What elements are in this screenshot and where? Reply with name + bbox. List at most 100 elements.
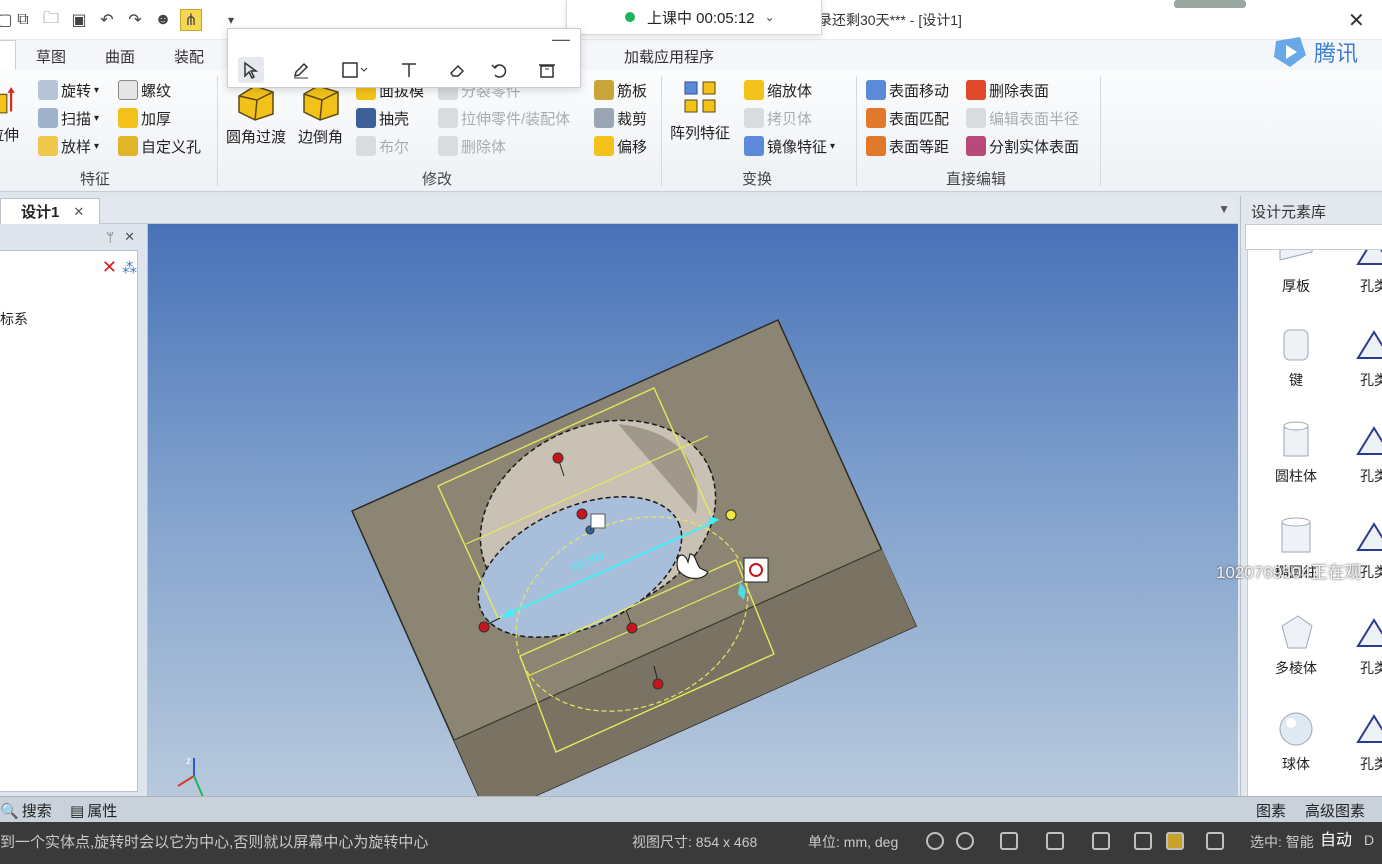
thread-icon [118, 80, 138, 100]
tab-advanced-elements[interactable]: 高级图素 [1305, 800, 1365, 821]
render-icon[interactable] [1134, 832, 1152, 850]
document-tab[interactable]: 设计1 ✕ [0, 198, 100, 224]
rib-button[interactable]: 筋板 [594, 78, 647, 102]
library-item-hole[interactable]: 孔类 [1344, 324, 1382, 390]
undo-annotation-icon[interactable] [486, 57, 512, 83]
library-item-hole[interactable]: 孔类 [1344, 708, 1382, 774]
face-offset-button[interactable]: 表面等距 [866, 134, 949, 158]
pen-tool-icon[interactable] [288, 57, 314, 83]
shape-tool-icon[interactable] [338, 57, 372, 83]
edit-face-radius-button[interactable]: 编辑表面半径 [966, 106, 1079, 130]
revolve-button[interactable]: 旋转 ▾ [38, 78, 99, 102]
zoom-window-icon[interactable] [956, 832, 974, 850]
face-match-button[interactable]: 表面匹配 [866, 106, 949, 130]
library-item-hole[interactable]: 孔类 [1344, 250, 1382, 296]
tab-properties[interactable]: ▤ 属性 [70, 800, 117, 821]
split-solid-face-button[interactable]: 分割实体表面 [966, 134, 1079, 158]
chamfer-button[interactable]: 边倒角 [298, 82, 343, 147]
tab-surface[interactable]: 曲面 [105, 46, 135, 67]
delete-face-label: 删除表面 [989, 82, 1050, 100]
open-template-icon[interactable]: ⧉ [12, 9, 34, 31]
copy-body-button[interactable]: 拷贝体 [744, 106, 812, 130]
revolve-icon [38, 80, 58, 100]
stretch-part-button[interactable]: 拉伸零件/装配体 [438, 106, 570, 130]
face-move-label: 表面移动 [889, 82, 950, 100]
sweep-button[interactable]: 扫描 ▾ [38, 106, 99, 130]
library-search-field[interactable] [1245, 224, 1382, 250]
save-icon[interactable]: ▣ [68, 9, 90, 31]
shell-button[interactable]: 抽壳 [356, 106, 409, 130]
tab-feature-active[interactable] [0, 40, 16, 72]
model-canvas[interactable]: 50.000 z [148, 224, 1238, 796]
library-item-key[interactable]: 键 [1266, 324, 1326, 390]
copy-body-label: 拷贝体 [767, 110, 813, 128]
tree-item-coordinate-system[interactable]: 标系 [0, 309, 28, 329]
tab-list-dropdown-icon[interactable]: ▼ [1218, 202, 1230, 216]
pattern-feature-button[interactable]: 阵列特征 [670, 78, 730, 143]
tree-filter-icon[interactable]: ⁂ [122, 260, 137, 277]
rotate-pivot-icon[interactable] [743, 557, 769, 583]
zoom-icon[interactable] [926, 832, 944, 850]
open-folder-icon[interactable]: 🗀 [40, 9, 62, 31]
class-timer[interactable]: 上课中 00:05:12 ⌄ [566, 0, 822, 35]
library-item-hole[interactable]: 孔类 [1344, 420, 1382, 486]
delete-body-button[interactable]: 删除体 [438, 134, 506, 158]
close-window-icon[interactable]: ✕ [1348, 8, 1365, 33]
boolean-button[interactable]: 布尔 [356, 134, 409, 158]
thicken-button[interactable]: 加厚 [118, 106, 171, 130]
3d-viewport[interactable]: 50.000 z [148, 224, 1238, 796]
view-orientation-icon[interactable] [1000, 832, 1018, 850]
pointer-tool-icon[interactable] [238, 57, 264, 83]
snap-icon[interactable] [1092, 832, 1110, 850]
redo-icon[interactable]: ↷ [124, 9, 146, 31]
mirror-feature-button[interactable]: 镜像特征 ▾ [744, 134, 835, 158]
delete-face-button[interactable]: 删除表面 [966, 78, 1049, 102]
custom-hole-button[interactable]: 自定义孔 [118, 134, 201, 158]
fillet-button[interactable]: 圆角过渡 [226, 82, 286, 147]
tab-elements[interactable]: 图素 [1256, 800, 1286, 821]
library-item-prism[interactable]: 多棱体 [1266, 612, 1326, 678]
chamfer-icon [302, 85, 339, 121]
eraser-tool-icon[interactable] [444, 57, 470, 83]
sweep-label: 扫描 [61, 110, 92, 128]
clear-annotation-icon[interactable] [534, 57, 560, 83]
undo-icon[interactable]: ↶ [96, 9, 118, 31]
library-item-cylinder[interactable]: 圆柱体 [1266, 420, 1326, 486]
design-tree[interactable]: ✕ ⁂ 标系 [0, 250, 138, 792]
loft-icon [38, 136, 58, 156]
extrude-button[interactable]: 拉伸 [0, 80, 24, 145]
text-tool-icon[interactable] [396, 57, 422, 83]
thread-button[interactable]: 螺纹 [118, 78, 171, 102]
minimize-icon[interactable]: — [552, 29, 570, 50]
trim-button[interactable]: 裁剪 [594, 106, 647, 130]
selection-mode[interactable]: 选中: 智能 [1250, 832, 1314, 852]
delete-body-label: 删除体 [461, 138, 507, 156]
pin-icon[interactable]: ᛘ [106, 230, 114, 245]
offset-button[interactable]: 偏移 [594, 134, 647, 158]
status-right-code: D [1364, 832, 1375, 848]
rib-icon [594, 80, 614, 100]
library-item-slab[interactable]: 厚板 [1266, 250, 1326, 296]
library-item-hole[interactable]: 孔类 [1344, 612, 1382, 678]
tab-assembly[interactable]: 装配 [174, 46, 204, 67]
library-item-sphere[interactable]: 球体 [1266, 708, 1326, 774]
help-figure-icon[interactable]: ☻ [152, 9, 174, 31]
shaded-icon[interactable] [1166, 832, 1184, 850]
display-mode-icon[interactable] [1046, 832, 1064, 850]
tree-icon[interactable]: ⋔ [180, 9, 202, 31]
tab-search[interactable]: 🔍 搜索 [0, 800, 52, 821]
library-list[interactable]: 厚板 键 圆柱体 椭圆柱 多棱体 球体 孔类 孔类 [1247, 250, 1382, 796]
window-scroll-indicator[interactable] [1174, 0, 1246, 8]
tab-addins[interactable]: 加载应用程序 [624, 46, 714, 67]
stretch-part-icon [438, 108, 458, 128]
delete-icon[interactable]: ✕ [102, 257, 117, 277]
close-panel-icon[interactable]: ✕ [124, 229, 135, 245]
lock-icon[interactable] [590, 513, 606, 529]
loft-button[interactable]: 放样 ▾ [38, 134, 99, 158]
close-tab-icon[interactable]: ✕ [73, 204, 84, 220]
face-move-button[interactable]: 表面移动 [866, 78, 949, 102]
scale-body-button[interactable]: 缩放体 [744, 78, 812, 102]
selection-filter-icon[interactable] [1206, 832, 1224, 850]
tab-sketch[interactable]: 草图 [36, 46, 66, 67]
chevron-down-icon[interactable]: ⌄ [765, 10, 775, 24]
